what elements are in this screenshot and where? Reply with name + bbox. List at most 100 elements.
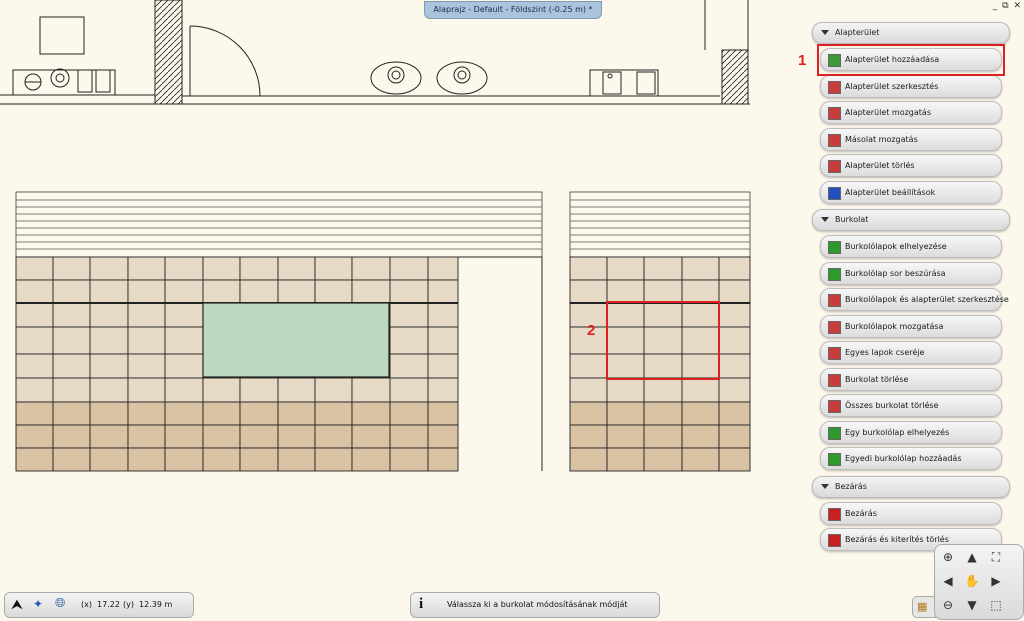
floor-tile[interactable] — [164, 377, 204, 403]
floor-tile[interactable] — [389, 447, 429, 472]
floor-tile[interactable] — [569, 447, 608, 472]
floor-tile[interactable] — [52, 377, 91, 403]
floor-tile[interactable] — [127, 302, 166, 328]
floor-tile[interactable] — [643, 424, 683, 449]
floor-tile[interactable] — [89, 447, 129, 472]
floor-tile[interactable] — [202, 256, 241, 281]
floor-tile[interactable] — [239, 447, 279, 472]
floor-tile[interactable] — [718, 279, 751, 304]
window-controls[interactable]: _ ⧉ ✕ — [993, 1, 1022, 11]
panel-button-1-7[interactable]: Egy burkolólap elhelyezés — [820, 420, 1002, 444]
floor-tile[interactable] — [52, 401, 91, 426]
floor-tile[interactable] — [164, 279, 204, 304]
floor-tile[interactable] — [127, 424, 166, 449]
floor-tile[interactable] — [314, 401, 353, 426]
floor-tile[interactable] — [351, 377, 391, 403]
pan-hand-icon[interactable]: ✋ — [961, 571, 983, 591]
floor-tile[interactable] — [277, 401, 316, 426]
floor-tile[interactable] — [569, 401, 608, 426]
panel-button-1-1[interactable]: Burkolólap sor beszúrása — [820, 261, 1002, 285]
floor-tile[interactable] — [314, 279, 353, 304]
floor-tile[interactable] — [681, 401, 720, 426]
floor-tile[interactable] — [351, 424, 391, 449]
floor-tile[interactable] — [127, 326, 166, 355]
floor-tile[interactable] — [89, 302, 129, 328]
floor-tile[interactable] — [52, 279, 91, 304]
panel-button-0-4[interactable]: Alapterület törlés — [820, 154, 1002, 177]
floor-tile[interactable] — [643, 377, 683, 403]
floor-tile[interactable] — [606, 424, 645, 449]
floor-tile[interactable] — [15, 447, 54, 472]
floor-tile[interactable] — [643, 401, 683, 426]
floor-tile[interactable] — [427, 447, 459, 472]
floor-tile[interactable] — [606, 256, 645, 281]
pan-left-icon[interactable]: ◀ — [937, 571, 959, 591]
pan-down-icon[interactable]: ▼ — [961, 595, 983, 615]
floor-tile[interactable] — [643, 256, 683, 281]
floor-tile[interactable] — [202, 401, 241, 426]
floor-tile[interactable] — [643, 302, 683, 328]
panel-button-1-0[interactable]: Burkolólapok elhelyezése — [820, 235, 1002, 258]
floor-tile[interactable] — [351, 256, 391, 281]
floor-tile[interactable] — [389, 353, 429, 379]
floor-tile[interactable] — [427, 302, 459, 328]
floor-tile[interactable] — [15, 256, 54, 281]
panel-button-1-3[interactable]: Burkolólapok mozgatása — [820, 314, 1002, 338]
floor-tile[interactable] — [427, 424, 459, 449]
floor-tile[interactable] — [15, 377, 54, 403]
globe-icon[interactable]: 🌐︎ — [55, 596, 65, 611]
floor-tile[interactable] — [606, 302, 645, 328]
floor-tile[interactable] — [127, 447, 166, 472]
floor-tile[interactable] — [718, 353, 751, 379]
panel-button-1-8[interactable]: Egyedi burkolólap hozzáadás — [820, 447, 1002, 470]
floor-tile[interactable] — [389, 401, 429, 426]
panel-button-0-5[interactable]: Alapterület beállítások — [820, 180, 1002, 204]
floor-tile[interactable] — [427, 326, 459, 355]
floor-tile[interactable] — [718, 424, 751, 449]
floor-tile[interactable] — [643, 279, 683, 304]
floor-tile[interactable] — [164, 424, 204, 449]
floor-tile[interactable] — [569, 353, 608, 379]
floor-tile[interactable] — [89, 353, 129, 379]
floor-tile[interactable] — [89, 326, 129, 355]
panel-button-1-4[interactable]: Egyes lapok cseréje — [820, 341, 1002, 364]
selected-floor-area[interactable] — [202, 302, 390, 378]
floor-tile[interactable] — [314, 424, 353, 449]
floor-tile[interactable] — [314, 377, 353, 403]
floor-tile[interactable] — [164, 401, 204, 426]
floor-tile[interactable] — [15, 401, 54, 426]
floor-tile[interactable] — [239, 256, 279, 281]
floor-tile[interactable] — [15, 302, 54, 328]
floor-tile[interactable] — [202, 377, 241, 403]
floor-tile[interactable] — [164, 447, 204, 472]
floor-tile[interactable] — [277, 424, 316, 449]
section-header-0[interactable]: Alapterület — [812, 22, 1010, 44]
floor-tile[interactable] — [681, 447, 720, 472]
floor-tile[interactable] — [681, 377, 720, 403]
floor-tile[interactable] — [427, 279, 459, 304]
floor-tile[interactable] — [239, 377, 279, 403]
floor-tile[interactable] — [643, 326, 683, 355]
floor-tile[interactable] — [239, 401, 279, 426]
floor-tile[interactable] — [606, 326, 645, 355]
floor-tile[interactable] — [15, 279, 54, 304]
panel-button-1-5[interactable]: Burkolat törlése — [820, 367, 1002, 391]
section-header-2[interactable]: Bezárás — [812, 475, 1010, 498]
floor-tile[interactable] — [389, 302, 429, 328]
floor-tile[interactable] — [15, 424, 54, 449]
floor-tile[interactable] — [52, 424, 91, 449]
floor-tile[interactable] — [427, 377, 459, 403]
floor-tile[interactable] — [389, 377, 429, 403]
floor-tile[interactable] — [314, 256, 353, 281]
floor-tile[interactable] — [127, 401, 166, 426]
floor-tile[interactable] — [202, 447, 241, 472]
floor-tile[interactable] — [389, 326, 429, 355]
section-header-1[interactable]: Burkolat — [812, 209, 1010, 231]
floor-tile[interactable] — [681, 424, 720, 449]
floor-tile[interactable] — [643, 447, 683, 472]
panel-button-2-0[interactable]: Bezárás — [820, 501, 1002, 525]
floor-tile[interactable] — [89, 401, 129, 426]
floor-tile[interactable] — [427, 353, 459, 379]
floor-tile[interactable] — [164, 326, 204, 355]
floor-tile[interactable] — [15, 326, 54, 355]
